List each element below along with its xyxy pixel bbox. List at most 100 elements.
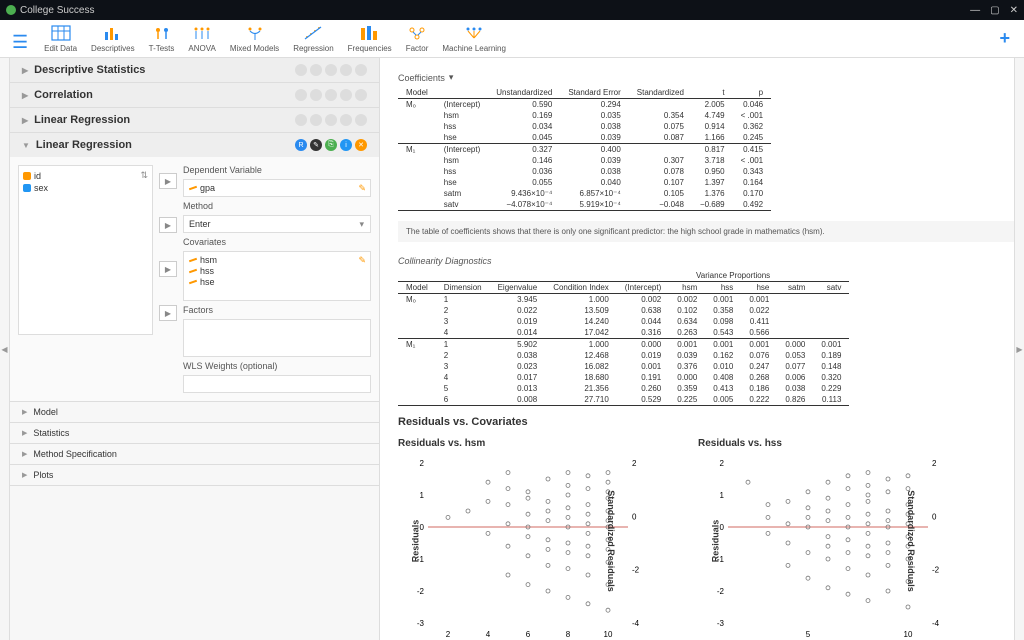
cov-field[interactable]: hsmhsshse ✎ — [183, 251, 371, 301]
title-bar: College Success — ▢ ✕ — [0, 0, 1024, 20]
svg-text:1: 1 — [720, 491, 725, 500]
subsection-model[interactable]: ▶Model — [10, 401, 379, 422]
toolbar: ☰ Edit Data Descriptives T-Tests ANOVA Mixed… — [0, 20, 1024, 58]
method-select[interactable]: Enter ▾ — [183, 215, 371, 233]
svg-text:-4: -4 — [932, 619, 940, 628]
svg-text:-2: -2 — [717, 587, 725, 596]
svg-text:8: 8 — [566, 630, 571, 639]
dep-field[interactable]: gpa ✎ — [183, 179, 371, 197]
svg-text:0: 0 — [632, 512, 637, 521]
svg-text:-3: -3 — [717, 619, 725, 628]
copy-icon[interactable]: ⎘ — [325, 139, 337, 151]
window-title: College Success — [20, 5, 94, 16]
section-correlation[interactable]: ▶Correlation — [10, 83, 379, 107]
subsection-method-specification[interactable]: ▶Method Specification — [10, 443, 379, 464]
toolbar-mixed-models[interactable]: Mixed Models — [230, 24, 279, 53]
svg-text:2: 2 — [420, 459, 425, 468]
svg-text:0: 0 — [932, 512, 937, 521]
pencil-icon[interactable]: ✎ — [358, 255, 366, 266]
tool-label: ANOVA — [188, 44, 215, 53]
svg-text:5: 5 — [806, 630, 811, 639]
subsection-plots[interactable]: ▶Plots — [10, 464, 379, 485]
assign-dep-button[interactable]: ▶ — [159, 173, 177, 189]
sort-icon[interactable]: ⇅ — [140, 170, 148, 181]
r-icon[interactable]: R — [295, 139, 307, 151]
svg-text:1: 1 — [420, 491, 425, 500]
wls-field[interactable] — [183, 375, 371, 393]
dep-label: Dependent Variable — [183, 165, 371, 175]
svg-text:2: 2 — [632, 459, 637, 468]
toolbar-factor[interactable]: Factor — [406, 24, 429, 53]
add-module-button[interactable]: + — [991, 28, 1018, 49]
section-title: Linear Regression — [34, 114, 130, 126]
right-collapse-handle[interactable]: ▶ — [1014, 58, 1024, 640]
tool-label: Mixed Models — [230, 44, 279, 53]
tool-icon — [302, 24, 324, 42]
section-title: Correlation — [34, 89, 93, 101]
chevron-down-icon: ▾ — [449, 72, 454, 83]
remove-icon[interactable]: ✕ — [355, 139, 367, 151]
chevron-down-icon: ▾ — [359, 219, 364, 230]
svg-text:0: 0 — [720, 523, 725, 532]
assign-wls-button[interactable]: ▶ — [159, 305, 177, 321]
coef-title[interactable]: Coefficients▾ — [398, 72, 996, 83]
info-icon[interactable]: i — [340, 139, 352, 151]
pencil-icon[interactable]: ✎ — [358, 183, 366, 194]
toolbar-frequencies[interactable]: Frequencies — [348, 24, 392, 53]
svg-text:10: 10 — [604, 630, 613, 639]
minimize-icon[interactable]: — — [970, 5, 980, 16]
section-descriptives[interactable]: ▶Descriptive Statistics — [10, 58, 379, 82]
toolbar-descriptives[interactable]: Descriptives — [91, 24, 135, 53]
left-collapse-handle[interactable]: ◀ — [0, 58, 10, 640]
y2-axis-label: Standardized Residuals — [906, 490, 916, 592]
maximize-icon[interactable]: ▢ — [990, 5, 999, 16]
tool-label: T-Tests — [149, 44, 175, 53]
svg-text:10: 10 — [904, 630, 913, 639]
tool-label: Factor — [406, 44, 429, 53]
menu-button[interactable]: ☰ — [6, 32, 34, 53]
tool-icon — [151, 24, 173, 42]
method-value: Enter — [189, 219, 211, 229]
toolbar-machine-learning[interactable]: Machine Learning — [442, 24, 506, 53]
tool-label: Descriptives — [91, 44, 135, 53]
residual-chart: Residuals vs. hsmResidualsStandardized R… — [398, 438, 658, 640]
cov-item[interactable]: hse — [189, 277, 215, 287]
svg-text:-2: -2 — [932, 566, 940, 575]
residual-chart: Residuals vs. hssResidualsStandardized R… — [698, 438, 958, 640]
edit-icon[interactable]: ✎ — [310, 139, 322, 151]
tool-icon — [463, 24, 485, 42]
fac-field[interactable] — [183, 319, 371, 357]
cov-item[interactable]: hss — [189, 266, 214, 276]
section-title: Descriptive Statistics — [34, 64, 145, 76]
toolbar-edit-data[interactable]: Edit Data — [44, 24, 77, 53]
fac-label: Factors — [183, 305, 371, 315]
chart-subtitle: Residuals vs. hss — [698, 438, 958, 449]
svg-text:0: 0 — [420, 523, 425, 532]
subsection-statistics[interactable]: ▶Statistics — [10, 422, 379, 443]
assign-cov-button[interactable]: ▶ — [159, 217, 177, 233]
svg-text:2: 2 — [446, 630, 451, 639]
section-linreg-1[interactable]: ▶Linear Regression — [10, 108, 379, 132]
toolbar-t-tests[interactable]: T-Tests — [149, 24, 175, 53]
wls-label: WLS Weights (optional) — [183, 361, 371, 371]
tool-icon — [359, 24, 381, 42]
svg-text:-2: -2 — [632, 566, 640, 575]
toolbar-anova[interactable]: ANOVA — [188, 24, 215, 53]
var-item[interactable]: id — [23, 170, 148, 182]
y-axis-label: Residuals — [410, 519, 420, 562]
svg-text:6: 6 — [526, 630, 531, 639]
variable-list[interactable]: ⇅ idsex — [18, 165, 153, 335]
section-linreg-2[interactable]: ▼Linear Regression R ✎ ⎘ i ✕ — [10, 133, 379, 157]
assign-fac-button[interactable]: ▶ — [159, 261, 177, 277]
toolbar-regression[interactable]: Regression — [293, 24, 333, 53]
chart-subtitle: Residuals vs. hsm — [398, 438, 658, 449]
method-label: Method — [183, 201, 371, 211]
close-icon[interactable]: ✕ — [1010, 5, 1018, 16]
svg-text:-4: -4 — [632, 619, 640, 628]
cov-item[interactable]: hsm — [189, 255, 217, 265]
tool-label: Machine Learning — [442, 44, 506, 53]
var-item[interactable]: sex — [23, 182, 148, 194]
dep-value: gpa — [200, 183, 215, 193]
svg-text:4: 4 — [486, 630, 491, 639]
svg-text:2: 2 — [720, 459, 725, 468]
